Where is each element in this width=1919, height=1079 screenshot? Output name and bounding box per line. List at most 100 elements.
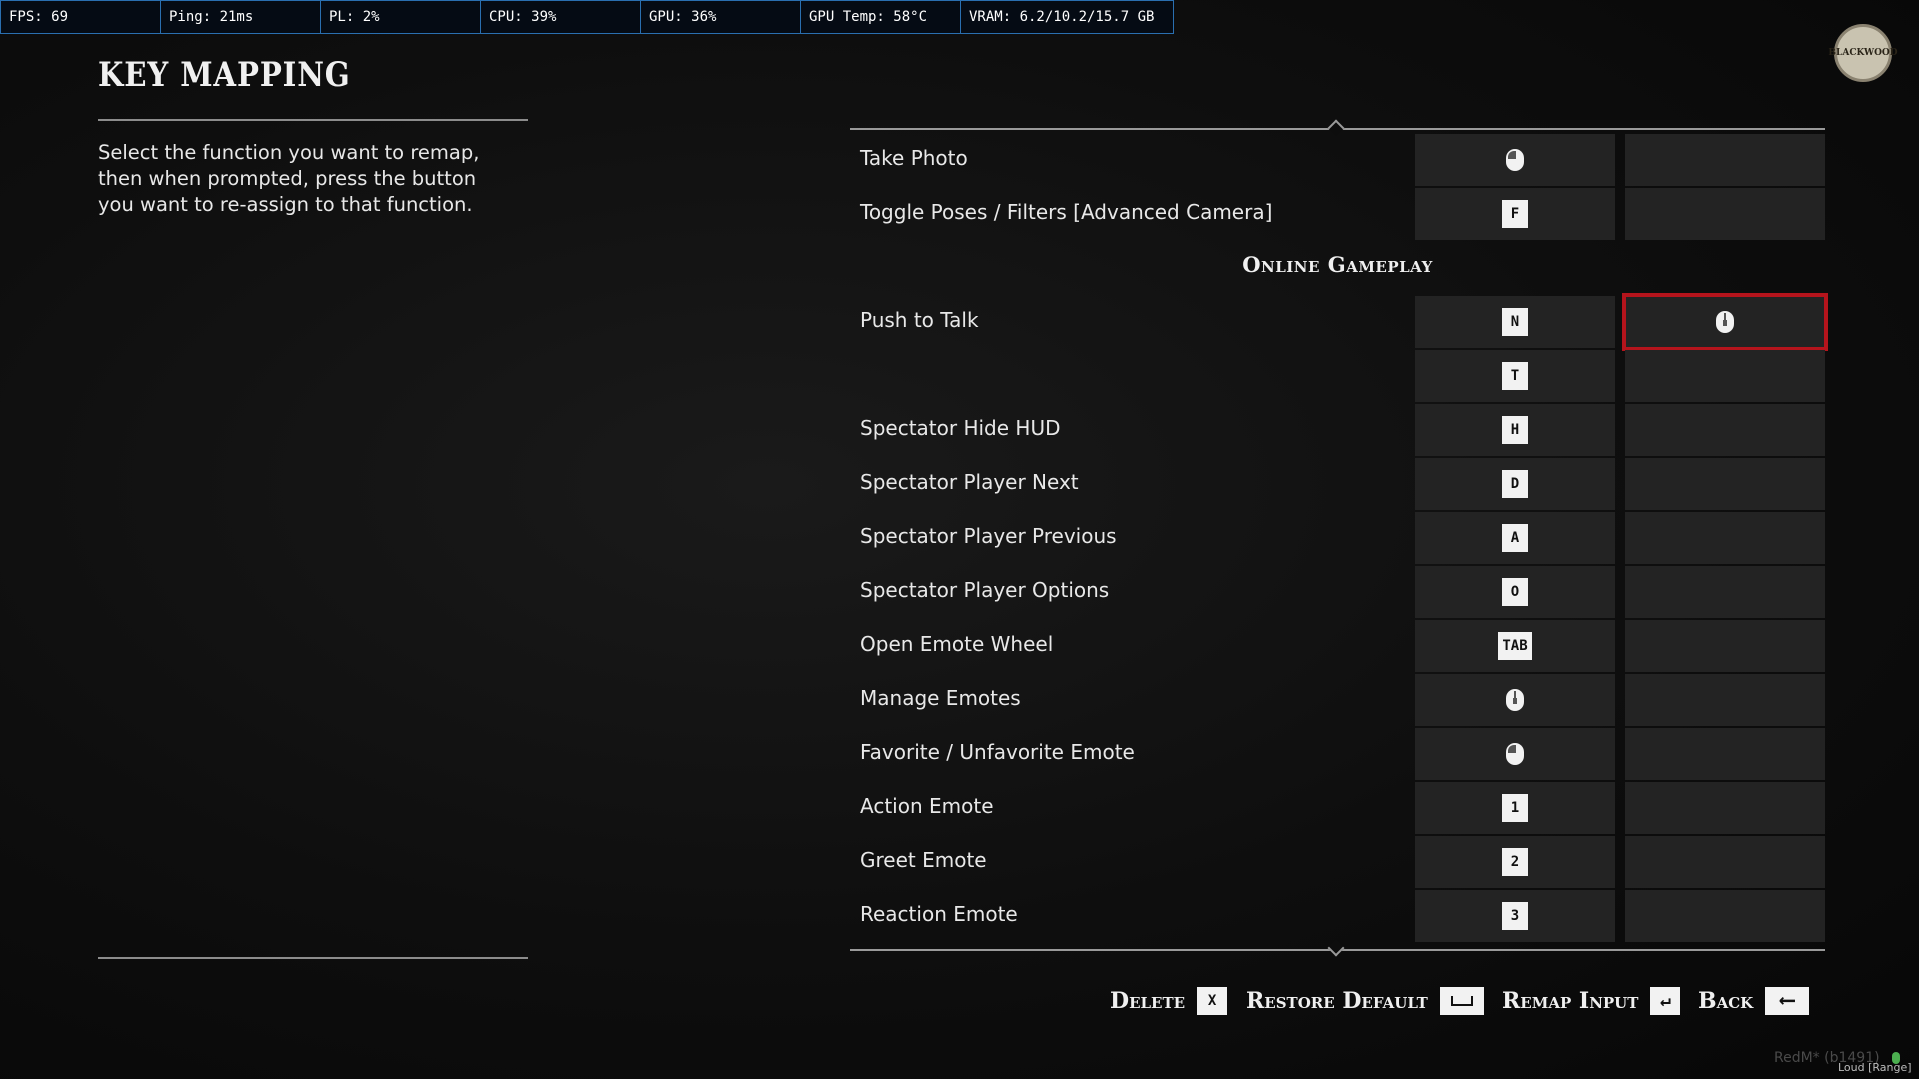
- section-header-online-gameplay: Online Gameplay: [1242, 252, 1433, 277]
- primary-binding-slot[interactable]: [1415, 134, 1615, 186]
- delete-key: X: [1197, 987, 1228, 1015]
- function-label: Open Emote Wheel: [860, 632, 1054, 656]
- function-label: Take Photo: [860, 146, 968, 170]
- remap-input-label: Remap Input: [1502, 988, 1639, 1014]
- secondary-binding-slot[interactable]: [1625, 674, 1825, 726]
- secondary-binding-slot[interactable]: [1625, 566, 1825, 618]
- function-label: Reaction Emote: [860, 902, 1018, 926]
- perf-ping: Ping: 21ms: [161, 1, 321, 33]
- mouse-left-button-icon: [1506, 743, 1524, 765]
- delete-action[interactable]: Delete X: [1110, 987, 1228, 1015]
- primary-binding-slot[interactable]: [1415, 674, 1615, 726]
- key-mapping-row[interactable]: Action Emote 1: [850, 782, 1825, 834]
- keycap: O: [1502, 578, 1528, 606]
- perf-gpu-temp: GPU Temp: 58°C: [801, 1, 961, 33]
- perf-cpu: CPU: 39%: [481, 1, 641, 33]
- page-title: KEY MAPPING: [98, 55, 351, 95]
- key-mapping-row[interactable]: T: [850, 350, 1825, 402]
- key-mapping-row[interactable]: Spectator Player Next D: [850, 458, 1825, 510]
- key-mapping-row[interactable]: Take Photo: [850, 134, 1825, 186]
- function-label: Action Emote: [860, 794, 994, 818]
- function-label: Spectator Player Next: [860, 470, 1079, 494]
- secondary-binding-slot[interactable]: [1625, 620, 1825, 672]
- primary-binding-slot[interactable]: O: [1415, 566, 1615, 618]
- primary-binding-slot[interactable]: T: [1415, 350, 1615, 402]
- keycap: F: [1502, 200, 1528, 228]
- back-action[interactable]: Back ⟵: [1698, 987, 1810, 1015]
- server-logo-text: BLACKWOOD: [1828, 48, 1898, 58]
- key-mapping-row[interactable]: Spectator Player Options O: [850, 566, 1825, 618]
- secondary-binding-slot[interactable]: [1622, 293, 1828, 351]
- keycap: N: [1502, 308, 1528, 336]
- primary-binding-slot[interactable]: [1415, 728, 1615, 780]
- secondary-binding-slot[interactable]: [1625, 728, 1825, 780]
- function-label: Favorite / Unfavorite Emote: [860, 740, 1135, 764]
- function-label: Spectator Player Options: [860, 578, 1110, 602]
- key-mapping-row[interactable]: Favorite / Unfavorite Emote: [850, 728, 1825, 780]
- backspace-key-icon: ⟵: [1765, 987, 1810, 1015]
- restore-default-label: Restore Default: [1246, 988, 1428, 1014]
- function-label: Toggle Poses / Filters [Advanced Camera]: [860, 200, 1273, 224]
- keycap: H: [1502, 416, 1528, 444]
- primary-binding-slot[interactable]: 1: [1415, 782, 1615, 834]
- perf-fps: FPS: 69: [1, 1, 161, 33]
- keycap: 3: [1502, 902, 1528, 930]
- function-label: Spectator Player Previous: [860, 524, 1117, 548]
- primary-binding-slot[interactable]: N: [1415, 296, 1615, 348]
- keycap: D: [1502, 470, 1528, 498]
- function-label: Spectator Hide HUD: [860, 416, 1061, 440]
- key-mapping-row[interactable]: Spectator Player Previous A: [850, 512, 1825, 564]
- keycap: 1: [1502, 794, 1528, 822]
- perf-pl: PL: 2%: [321, 1, 481, 33]
- function-label: Greet Emote: [860, 848, 987, 872]
- primary-binding-slot[interactable]: A: [1415, 512, 1615, 564]
- secondary-binding-slot[interactable]: [1625, 512, 1825, 564]
- page-description: Select the function you want to remap, t…: [98, 141, 480, 216]
- primary-binding-slot[interactable]: F: [1415, 188, 1615, 240]
- key-mapping-row[interactable]: Greet Emote 2: [850, 836, 1825, 888]
- primary-binding-slot[interactable]: TAB: [1415, 620, 1615, 672]
- left-divider-bottom: [98, 957, 528, 959]
- secondary-binding-slot[interactable]: [1625, 404, 1825, 456]
- perf-vram: VRAM: 6.2/10.2/15.7 GB: [969, 9, 1155, 25]
- function-label: Push to Talk: [860, 308, 979, 332]
- secondary-binding-slot[interactable]: [1625, 188, 1825, 240]
- server-logo: BLACKWOOD: [1828, 24, 1898, 82]
- key-mapping-row[interactable]: Toggle Poses / Filters [Advanced Camera]…: [850, 188, 1825, 240]
- restore-default-action[interactable]: Restore Default: [1246, 987, 1484, 1015]
- spacebar-icon: [1439, 987, 1484, 1015]
- secondary-binding-slot[interactable]: [1625, 890, 1825, 942]
- voice-mode: Loud [Range]: [1838, 1061, 1912, 1074]
- remap-input-action[interactable]: Remap Input ↵: [1502, 987, 1681, 1015]
- mouse-mid-button-icon: [1716, 311, 1734, 333]
- secondary-binding-slot[interactable]: [1625, 836, 1825, 888]
- performance-overlay: FPS: 69 Ping: 21ms PL: 2% CPU: 39% GPU: 36% G…: [0, 0, 1174, 34]
- key-mapping-row[interactable]: Push to Talk N: [850, 293, 1828, 351]
- key-mapping-row[interactable]: Open Emote Wheel TAB: [850, 620, 1825, 672]
- primary-binding-slot[interactable]: 3: [1415, 890, 1615, 942]
- keycap: A: [1502, 524, 1528, 552]
- delete-label: Delete: [1110, 988, 1186, 1014]
- keycap: T: [1502, 362, 1528, 390]
- left-divider-top: [98, 119, 528, 121]
- key-mapping-row[interactable]: Spectator Hide HUD H: [850, 404, 1825, 456]
- primary-binding-slot[interactable]: D: [1415, 458, 1615, 510]
- perf-gpu: GPU: 36%: [641, 1, 801, 33]
- secondary-binding-slot[interactable]: [1625, 350, 1825, 402]
- keycap: 2: [1502, 848, 1528, 876]
- keycap: TAB: [1498, 632, 1532, 660]
- mouse-left-button-icon: [1506, 149, 1524, 171]
- secondary-binding-slot[interactable]: [1625, 458, 1825, 510]
- secondary-binding-slot[interactable]: [1625, 782, 1825, 834]
- secondary-binding-slot[interactable]: [1625, 134, 1825, 186]
- primary-binding-slot[interactable]: H: [1415, 404, 1615, 456]
- enter-key-icon: ↵: [1650, 987, 1681, 1015]
- microphone-icon: [1892, 1052, 1900, 1064]
- primary-binding-slot[interactable]: 2: [1415, 836, 1615, 888]
- mouse-mid-button-icon: [1506, 689, 1524, 711]
- scroll-down-indicator[interactable]: [1327, 939, 1345, 957]
- back-label: Back: [1698, 988, 1754, 1014]
- key-mapping-row[interactable]: Reaction Emote 3: [850, 890, 1825, 942]
- function-label: Manage Emotes: [860, 686, 1021, 710]
- key-mapping-row[interactable]: Manage Emotes: [850, 674, 1825, 726]
